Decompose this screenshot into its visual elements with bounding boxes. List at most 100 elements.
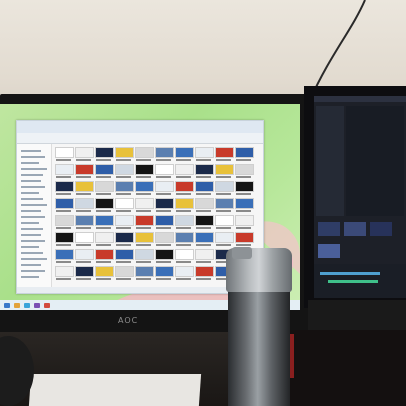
file-thumbnail[interactable] — [55, 164, 74, 175]
file-thumbnail[interactable] — [75, 249, 94, 260]
file-thumbnail[interactable] — [115, 249, 134, 260]
media-thumb[interactable] — [344, 222, 366, 236]
file-thumbnail[interactable] — [155, 215, 174, 226]
file-thumbnail[interactable] — [155, 147, 174, 158]
file-thumbnail[interactable] — [135, 181, 154, 192]
file-thumbnail[interactable] — [195, 215, 214, 226]
file-thumbnail[interactable] — [95, 232, 114, 243]
nav-item[interactable] — [21, 156, 45, 158]
nav-item[interactable] — [21, 174, 43, 176]
file-thumbnail[interactable] — [75, 215, 94, 226]
file-thumbnail[interactable] — [55, 181, 74, 192]
file-thumbnail[interactable] — [215, 215, 234, 226]
timeline-clip[interactable] — [328, 280, 378, 283]
nav-item[interactable] — [21, 186, 45, 188]
file-thumbnail[interactable] — [115, 266, 134, 277]
file-thumbnail[interactable] — [215, 232, 234, 243]
file-thumbnail[interactable] — [115, 232, 134, 243]
file-thumbnail[interactable] — [115, 181, 134, 192]
file-thumbnail[interactable] — [195, 147, 214, 158]
nav-item[interactable] — [21, 270, 45, 272]
nav-item[interactable] — [21, 222, 39, 224]
file-thumbnail[interactable] — [155, 164, 174, 175]
editor-left-panel[interactable] — [316, 106, 344, 216]
nav-item[interactable] — [21, 258, 47, 260]
nav-item[interactable] — [21, 168, 47, 170]
nav-item[interactable] — [21, 204, 47, 206]
file-thumbnail[interactable] — [155, 249, 174, 260]
file-thumbnail[interactable] — [115, 198, 134, 209]
file-thumbnail[interactable] — [155, 198, 174, 209]
nav-item[interactable] — [21, 252, 43, 254]
file-thumbnail[interactable] — [75, 164, 94, 175]
file-thumbnail[interactable] — [195, 181, 214, 192]
file-thumbnail[interactable] — [75, 181, 94, 192]
file-thumbnail[interactable] — [235, 147, 254, 158]
file-thumbnail[interactable] — [135, 147, 154, 158]
file-thumbnail[interactable] — [135, 215, 154, 226]
file-thumbnail[interactable] — [95, 198, 114, 209]
file-thumbnail[interactable] — [95, 249, 114, 260]
nav-item[interactable] — [21, 216, 45, 218]
file-thumbnail[interactable] — [95, 181, 114, 192]
nav-item[interactable] — [21, 150, 41, 152]
file-thumbnail[interactable] — [215, 164, 234, 175]
file-thumbnail[interactable] — [55, 215, 74, 226]
nav-item[interactable] — [21, 276, 39, 278]
file-thumbnail[interactable] — [75, 232, 94, 243]
file-thumbnail[interactable] — [95, 164, 114, 175]
file-thumbnail[interactable] — [175, 181, 194, 192]
file-thumbnail[interactable] — [135, 198, 154, 209]
file-thumbnail[interactable] — [195, 198, 214, 209]
nav-item[interactable] — [21, 198, 43, 200]
file-thumbnail[interactable] — [135, 266, 154, 277]
file-thumbnail[interactable] — [195, 249, 214, 260]
file-thumbnail[interactable] — [135, 249, 154, 260]
file-thumbnail[interactable] — [195, 164, 214, 175]
file-thumbnail[interactable] — [75, 266, 94, 277]
file-thumbnail[interactable] — [115, 147, 134, 158]
file-thumbnail[interactable] — [95, 266, 114, 277]
media-thumb[interactable] — [370, 222, 392, 236]
file-thumbnail[interactable] — [175, 215, 194, 226]
file-thumbnail[interactable] — [235, 181, 254, 192]
file-thumbnail[interactable] — [55, 198, 74, 209]
file-thumbnail[interactable] — [235, 198, 254, 209]
file-thumbnail[interactable] — [175, 232, 194, 243]
file-thumbnail[interactable] — [235, 164, 254, 175]
explorer-nav-pane[interactable] — [17, 144, 52, 293]
nav-item[interactable] — [21, 246, 39, 248]
nav-item[interactable] — [21, 228, 43, 230]
file-thumbnail[interactable] — [135, 232, 154, 243]
nav-item[interactable] — [21, 162, 39, 164]
media-thumb[interactable] — [318, 222, 340, 236]
file-thumbnail[interactable] — [175, 164, 194, 175]
file-thumbnail[interactable] — [155, 181, 174, 192]
nav-item[interactable] — [21, 264, 41, 266]
file-thumbnail[interactable] — [175, 198, 194, 209]
file-thumbnail[interactable] — [215, 181, 234, 192]
nav-item[interactable] — [21, 192, 39, 194]
file-thumbnail[interactable] — [215, 198, 234, 209]
explorer-title-bar[interactable] — [17, 121, 263, 133]
nav-item[interactable] — [21, 234, 41, 236]
file-thumbnail[interactable] — [55, 232, 74, 243]
nav-item[interactable] — [21, 180, 41, 182]
file-thumbnail[interactable] — [215, 147, 234, 158]
file-thumbnail[interactable] — [75, 198, 94, 209]
file-thumbnail[interactable] — [135, 164, 154, 175]
app-icon[interactable] — [34, 303, 40, 308]
file-thumbnail[interactable] — [95, 147, 114, 158]
editor-menu-bar[interactable] — [314, 96, 406, 102]
file-thumbnail[interactable] — [195, 266, 214, 277]
file-thumbnail[interactable] — [235, 232, 254, 243]
explorer-toolbar[interactable] — [17, 133, 263, 144]
file-thumbnail[interactable] — [195, 232, 214, 243]
file-thumbnail[interactable] — [55, 147, 74, 158]
media-thumb[interactable] — [318, 244, 340, 258]
start-icon[interactable] — [4, 303, 10, 308]
file-thumbnail[interactable] — [75, 147, 94, 158]
file-thumbnail[interactable] — [175, 147, 194, 158]
file-thumbnail[interactable] — [115, 215, 134, 226]
file-thumbnail[interactable] — [175, 266, 194, 277]
